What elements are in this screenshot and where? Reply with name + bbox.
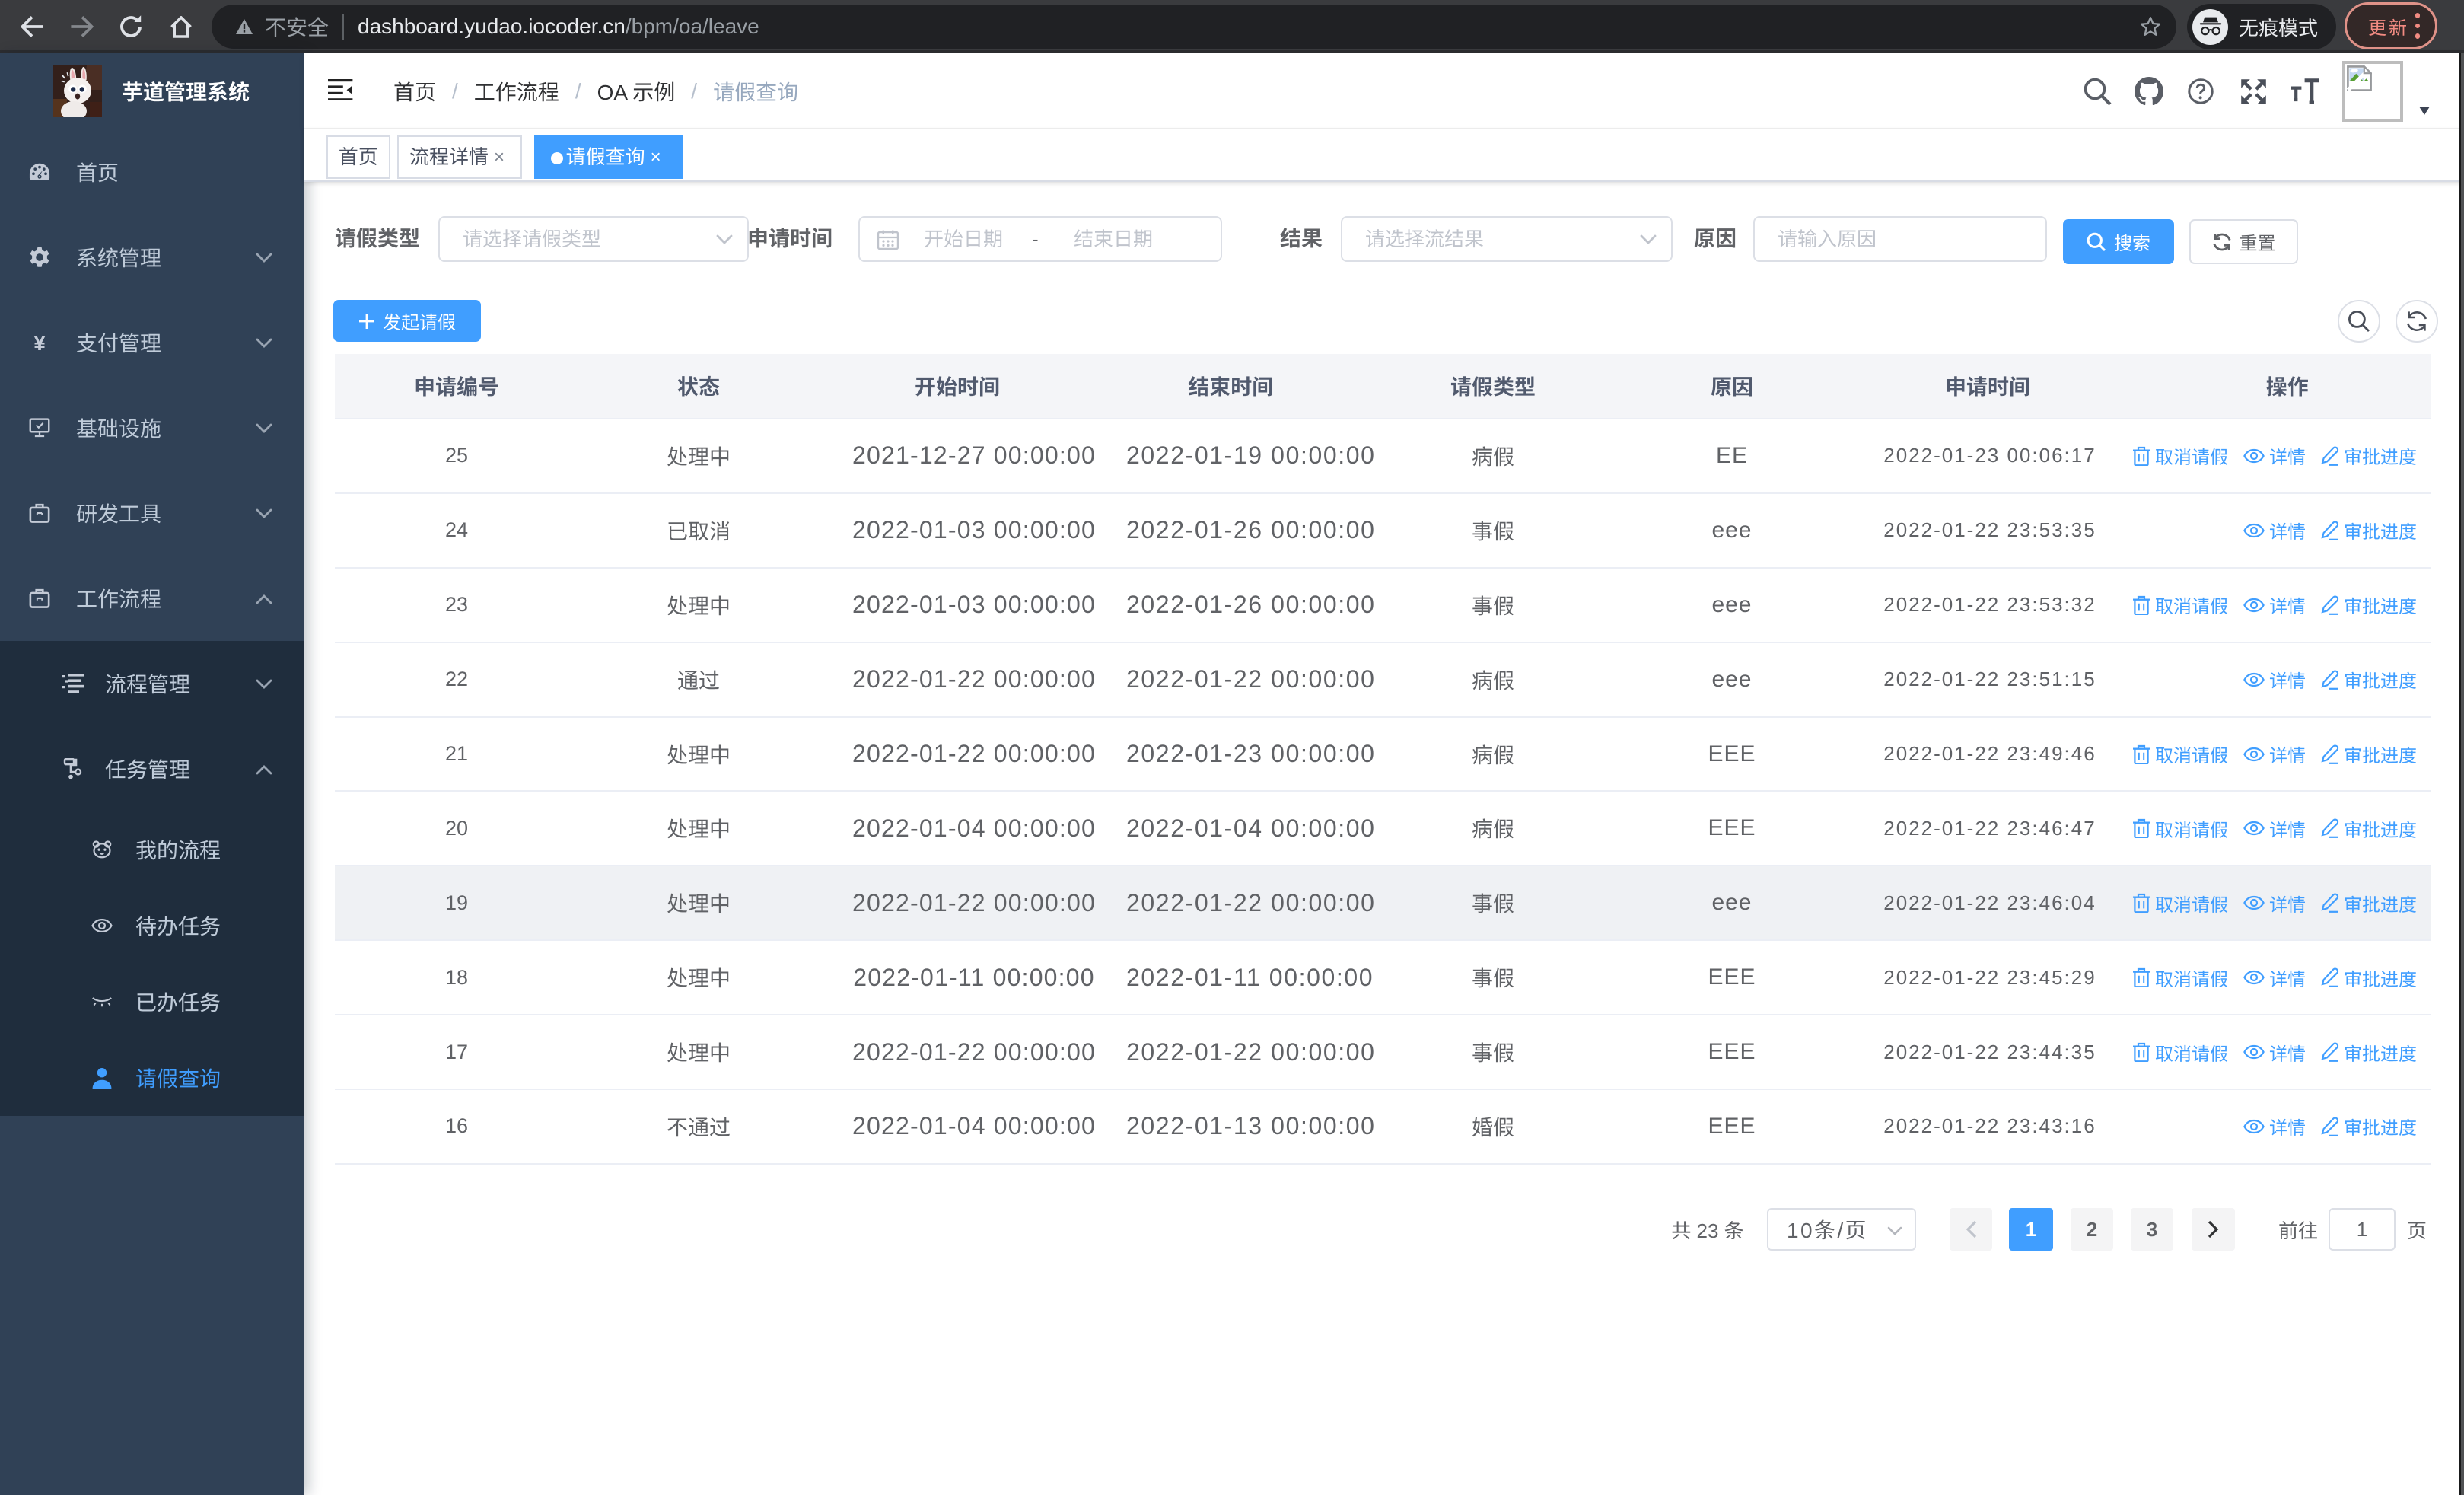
svg-text:¥: ¥ [33,331,46,355]
